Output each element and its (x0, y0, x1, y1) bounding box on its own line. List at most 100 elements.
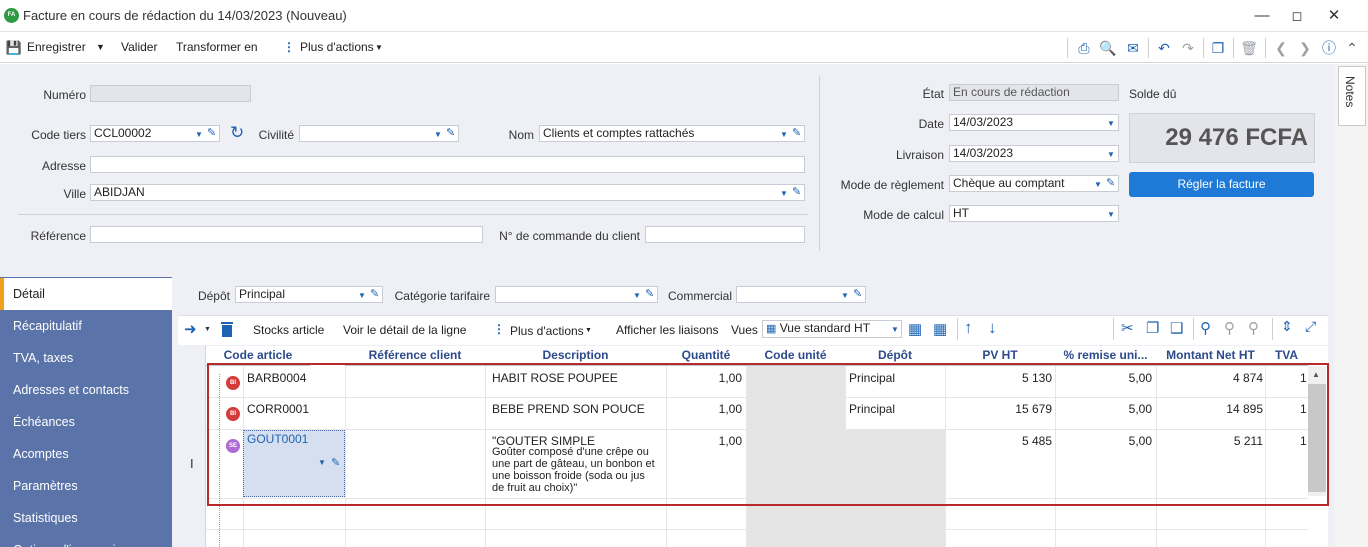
delete-line-icon[interactable] (220, 320, 234, 337)
nav-item[interactable]: Échéances (0, 406, 172, 438)
afficher-liaisons-button[interactable]: Afficher les liaisons (616, 323, 719, 337)
edit-icon[interactable]: ✎ (792, 126, 801, 141)
minimize-icon[interactable]: — (1245, 4, 1279, 28)
categorie-field[interactable]: ▼ ✎ (495, 286, 658, 303)
move-up-icon[interactable]: ↑ (964, 318, 973, 338)
vue-select[interactable]: ▦ Vue standard HT ▼ (762, 320, 902, 338)
edit-icon[interactable]: ✎ (853, 287, 862, 302)
preview-icon[interactable]: 🔍 (1099, 39, 1117, 57)
validate-button[interactable]: Valider (121, 40, 157, 54)
chevron-down-icon[interactable]: ▼ (195, 127, 203, 141)
chevron-down-icon[interactable]: ▼ (891, 322, 899, 337)
email-icon[interactable]: ✉ (1124, 39, 1142, 57)
edit-icon[interactable]: ✎ (446, 126, 455, 141)
chevron-down-icon[interactable]: ▼ (434, 127, 442, 141)
grid-icon[interactable]: ▦ (933, 320, 947, 338)
chevron-down-icon[interactable]: ▼ (1107, 207, 1115, 221)
refresh-icon[interactable]: ↻ (230, 124, 244, 142)
ville-field[interactable]: ABIDJAN ▼ ✎ (90, 184, 805, 201)
zoom-in-icon[interactable]: ⚲ (1248, 319, 1259, 337)
undo-icon[interactable]: ↶ (1155, 39, 1173, 57)
grid-more-actions-button[interactable]: Plus d'actions (510, 324, 584, 338)
print-icon[interactable]: ⎙ (1075, 39, 1093, 57)
reglement-field[interactable]: Chèque au comptant ▼ ✎ (949, 175, 1119, 192)
edit-icon[interactable]: ✎ (645, 287, 654, 302)
voir-detail-button[interactable]: Voir le détail de la ligne (343, 323, 466, 337)
nav-item[interactable]: Récapitulatif (0, 310, 172, 342)
toolbar-divider (1193, 318, 1194, 340)
regler-facture-button[interactable]: Régler la facture (1129, 172, 1314, 197)
edit-icon[interactable]: ✎ (370, 287, 379, 302)
solde-label: Solde dû (1129, 87, 1177, 101)
edit-icon[interactable]: ✎ (1106, 176, 1115, 191)
calcul-label: Mode de calcul (863, 208, 944, 222)
edit-icon[interactable]: ✎ (792, 185, 801, 200)
save-icon[interactable]: 💾 (5, 39, 23, 57)
copy-icon[interactable]: ❐ (1146, 319, 1159, 337)
ville-label: Ville (63, 187, 86, 201)
close-icon[interactable]: ✕ (1317, 4, 1351, 28)
chevron-down-icon[interactable]: ▼ (358, 288, 366, 302)
nav-item[interactable]: Statistiques (0, 502, 172, 534)
collapse-rows-icon[interactable]: ⤢ (1305, 318, 1316, 335)
chevron-down-icon: ▼ (585, 327, 592, 334)
chevron-down-icon[interactable]: ▼ (204, 326, 211, 333)
nav-item[interactable]: Paramètres (0, 470, 172, 502)
toolbar-divider (1067, 38, 1068, 58)
chevron-down-icon[interactable]: ▼ (780, 127, 788, 141)
adresse-field[interactable] (90, 156, 805, 173)
nom-field[interactable]: Clients et comptes rattachés ▼ ✎ (539, 125, 805, 142)
zoom-out-icon[interactable]: ⚲ (1224, 319, 1235, 337)
commercial-field[interactable]: ▼ ✎ (736, 286, 866, 303)
reference-field[interactable] (90, 226, 483, 243)
text-cursor-icon: I (190, 456, 194, 471)
nav-item[interactable]: Détail (0, 278, 172, 310)
maximize-icon[interactable]: ◻ (1280, 4, 1314, 28)
arrow-right-icon[interactable]: ➜ (184, 320, 197, 338)
chevron-down-icon[interactable]: ▼ (633, 288, 641, 302)
redo-icon[interactable]: ↷ (1179, 39, 1197, 57)
livraison-label: Livraison (895, 148, 944, 162)
main-toolbar: 💾 Enregistrer ▼ Valider Transformer en ⋮… (0, 32, 1368, 63)
chevron-down-icon[interactable]: ▼ (841, 288, 849, 302)
duplicate-icon[interactable]: ❐ (1209, 39, 1227, 57)
more-actions-button[interactable]: Plus d'actions (300, 40, 374, 54)
save-button[interactable]: Enregistrer (27, 40, 86, 54)
nav-item[interactable]: Adresses et contacts (0, 374, 172, 406)
form-divider (18, 214, 808, 215)
nav-item[interactable]: TVA, taxes (0, 342, 172, 374)
chevron-down-icon[interactable]: ▼ (1107, 116, 1115, 130)
expand-icon[interactable]: ⇕ (1281, 318, 1293, 335)
columns-icon[interactable]: ▦ (908, 320, 922, 338)
collapse-icon[interactable]: ⌃ (1343, 39, 1361, 57)
calcul-field[interactable]: HT ▼ (949, 205, 1119, 222)
previous-icon[interactable]: ❮ (1272, 39, 1290, 57)
nav-item[interactable]: Acomptes (0, 438, 172, 470)
date-label: Date (918, 117, 944, 131)
civilite-field[interactable]: ▼ ✎ (299, 125, 459, 142)
date-field[interactable]: 14/03/2023 ▼ (949, 114, 1119, 131)
cut-icon[interactable]: ✂ (1121, 319, 1134, 337)
date-value: 14/03/2023 (953, 115, 1014, 129)
chevron-down-icon[interactable]: ▼ (1107, 147, 1115, 161)
commande-field[interactable] (645, 226, 805, 243)
paste-icon[interactable]: ❑ (1170, 319, 1183, 337)
nav-item[interactable]: Options d'impression (0, 534, 172, 547)
depot-field[interactable]: Principal ▼ ✎ (235, 286, 383, 303)
next-icon[interactable]: ❯ (1296, 39, 1314, 57)
code-tiers-field[interactable]: CCL00002 ▼ ✎ (90, 125, 220, 142)
delete-icon[interactable]: 🗑 (1240, 39, 1258, 57)
transform-button[interactable]: Transformer en (176, 40, 258, 54)
search-icon[interactable]: ⚲ (1200, 319, 1211, 337)
chevron-down-icon[interactable]: ▼ (780, 186, 788, 200)
vues-label: Vues (731, 323, 758, 337)
help-icon[interactable]: ⓘ (1320, 39, 1338, 57)
livraison-field[interactable]: 14/03/2023 ▼ (949, 145, 1119, 162)
numero-field[interactable] (90, 85, 251, 102)
edit-icon[interactable]: ✎ (207, 126, 216, 141)
move-down-icon[interactable]: ↓ (988, 318, 997, 338)
stocks-article-button[interactable]: Stocks article (253, 323, 324, 337)
chevron-down-icon[interactable]: ▼ (1094, 177, 1102, 191)
code-tiers-value: CCL00002 (94, 126, 152, 140)
save-dropdown-icon[interactable]: ▼ (96, 42, 105, 52)
